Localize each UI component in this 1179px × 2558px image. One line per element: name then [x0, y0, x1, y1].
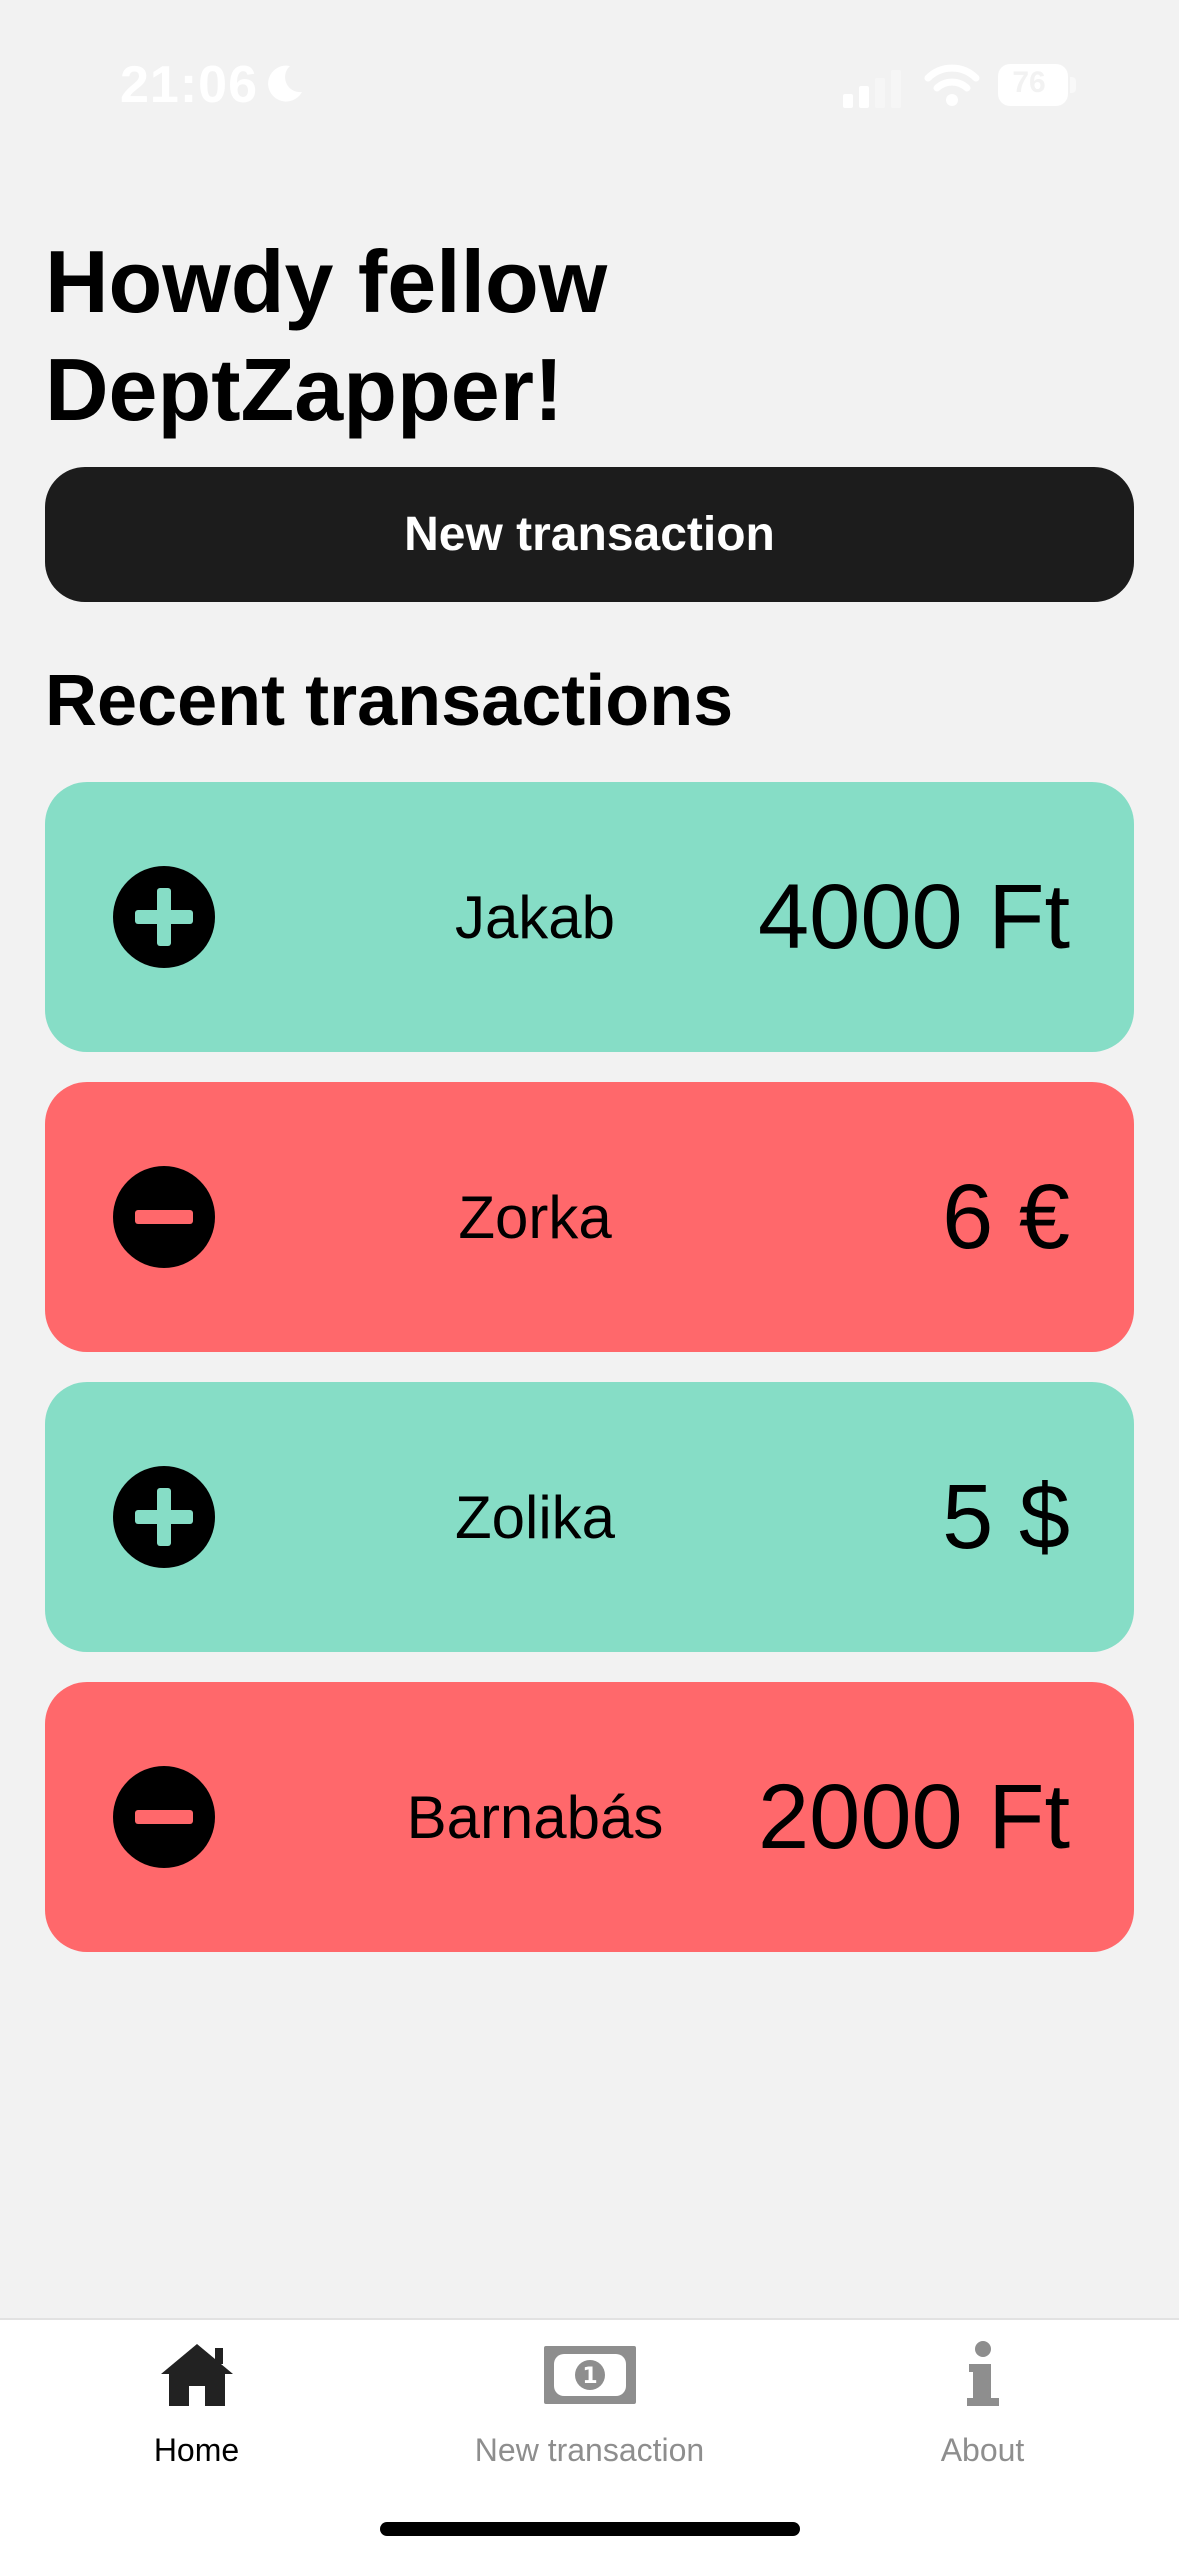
tab-new-transaction[interactable]: 1 New transaction [393, 2320, 786, 2480]
transaction-card[interactable]: Barnabás 2000 Ft [45, 1682, 1134, 1952]
tab-label: Home [153, 2432, 240, 2468]
home-icon [160, 2344, 233, 2406]
minus-circle-icon [113, 1766, 215, 1868]
info-icon [966, 2341, 999, 2406]
tab-home[interactable]: Home [0, 2320, 393, 2480]
tab-label: About [940, 2432, 1025, 2468]
transaction-card[interactable]: Zolika 5 $ [45, 1382, 1134, 1652]
tab-about[interactable]: About [786, 2320, 1179, 2480]
plus-circle-icon [113, 1466, 215, 1568]
transaction-name: Jakab [454, 883, 616, 951]
moon-icon [268, 65, 302, 102]
transaction-amount: 5 $ [942, 1465, 1070, 1568]
wifi-icon [924, 64, 980, 106]
new-transaction-button[interactable]: New transaction [45, 467, 1134, 602]
transaction-card[interactable]: Jakab 4000 Ft [45, 782, 1134, 1052]
plus-circle-icon [113, 866, 215, 968]
tab-label: New transaction [474, 2432, 705, 2468]
transaction-amount: 4000 Ft [758, 865, 1070, 968]
transaction-name: Zolika [454, 1483, 616, 1551]
section-title: Recent transactions [45, 661, 734, 741]
transaction-name: Barnabás [406, 1783, 664, 1851]
transaction-amount: 2000 Ft [758, 1765, 1070, 1868]
status-bar: 21:06 76 [0, 0, 1179, 170]
battery-icon: 76 [998, 64, 1076, 106]
home-indicator [380, 2522, 800, 2536]
transaction-card[interactable]: Zorka 6 € [45, 1082, 1134, 1352]
svg-text:1: 1 [582, 2364, 597, 2389]
transaction-name: Zorka [458, 1183, 612, 1251]
banknote-icon: 1 [543, 2346, 636, 2404]
battery-tip [1070, 77, 1076, 93]
minus-circle-icon [113, 1166, 215, 1268]
transaction-list: Jakab 4000 Ft Zorka 6 € Zolika 5 $ Barna… [45, 782, 1134, 1982]
transaction-amount: 6 € [942, 1165, 1070, 1268]
status-time: 21:06 [120, 56, 258, 114]
battery-level: 76 [1012, 66, 1046, 99]
page-title: Howdy fellow DeptZapper! [45, 232, 608, 439]
signal-icon [843, 70, 901, 108]
